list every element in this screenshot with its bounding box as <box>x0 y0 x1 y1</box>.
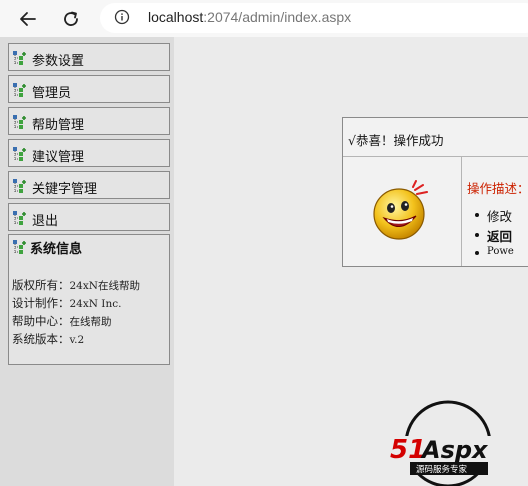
info-row-help-center: 帮助中心：在线帮助 <box>12 314 112 328</box>
menu-item-help[interactable]: 帮助管理 <box>8 107 170 135</box>
message-icon-cell <box>343 156 462 266</box>
tree-node-icon <box>13 211 26 225</box>
tree-node-icon <box>13 179 26 193</box>
smiley-icon <box>373 180 428 240</box>
message-title: √恭喜！操作成功 <box>348 133 444 148</box>
menu-label: 建议管理 <box>32 150 85 165</box>
system-info-panel: 系统信息 版权所有：24xN在线帮助 设计制作：24xN Inc. 帮助中心：在… <box>8 234 170 365</box>
menu-label: 关键字管理 <box>32 182 98 197</box>
watermark-logo: 51 Aspx 源码服务专家 <box>388 400 528 486</box>
address-bar[interactable]: localhost:2074/admin/index.aspx <box>100 3 528 33</box>
menu-label: 帮助管理 <box>32 118 85 133</box>
description-label: 操作描述： <box>467 181 528 196</box>
menu-label: 退出 <box>32 214 59 229</box>
tree-node-icon <box>13 115 26 129</box>
main-content: √恭喜！操作成功 操作描述： 修改 返回 Powe 51 Aspx 源码服务专家 <box>174 37 528 486</box>
menu-item-suggestions[interactable]: 建议管理 <box>8 139 170 167</box>
reload-button[interactable] <box>57 5 85 33</box>
system-info-title: 系统信息 <box>30 242 83 257</box>
back-arrow-icon <box>20 12 36 26</box>
info-row-design: 设计制作：24xN Inc. <box>12 296 122 310</box>
menu-item-keywords[interactable]: 关键字管理 <box>8 171 170 199</box>
menu-item-params[interactable]: 参数设置 <box>8 43 170 71</box>
sidebar: 参数设置 管理员 帮助管理 建议管理 关键字管理 退出 系统信息 版权所有：24… <box>0 37 174 486</box>
url-text[interactable]: localhost:2074/admin/index.aspx <box>148 9 351 25</box>
tree-node-icon <box>13 240 26 254</box>
success-message-box: √恭喜！操作成功 操作描述： 修改 返回 Powe <box>342 117 528 267</box>
logo-tagline: 源码服务专家 <box>416 464 468 475</box>
menu-label: 管理员 <box>32 86 72 101</box>
browser-toolbar: localhost:2074/admin/index.aspx <box>0 0 528 38</box>
menu-item-admins[interactable]: 管理员 <box>8 75 170 103</box>
tree-node-icon <box>13 51 26 65</box>
info-icon[interactable] <box>114 9 130 25</box>
info-row-copyright: 版权所有：24xN在线帮助 <box>12 278 140 292</box>
menu-item-logout[interactable]: 退出 <box>8 203 170 231</box>
logo-brand-black: Aspx <box>420 436 489 464</box>
back-button[interactable] <box>14 5 42 33</box>
url-path: :2074/admin/index.aspx <box>203 9 352 25</box>
logo-graphic: 51 Aspx 源码服务专家 <box>388 400 522 486</box>
logo-brand-red: 51 <box>390 435 426 465</box>
message-header: √恭喜！操作成功 <box>343 118 528 157</box>
reload-icon <box>64 11 78 26</box>
tree-node-icon <box>13 83 26 97</box>
info-row-version: 系统版本：v.2 <box>12 332 85 346</box>
url-host: localhost <box>148 9 204 25</box>
tree-node-icon <box>13 147 26 161</box>
menu-label: 参数设置 <box>32 54 85 69</box>
